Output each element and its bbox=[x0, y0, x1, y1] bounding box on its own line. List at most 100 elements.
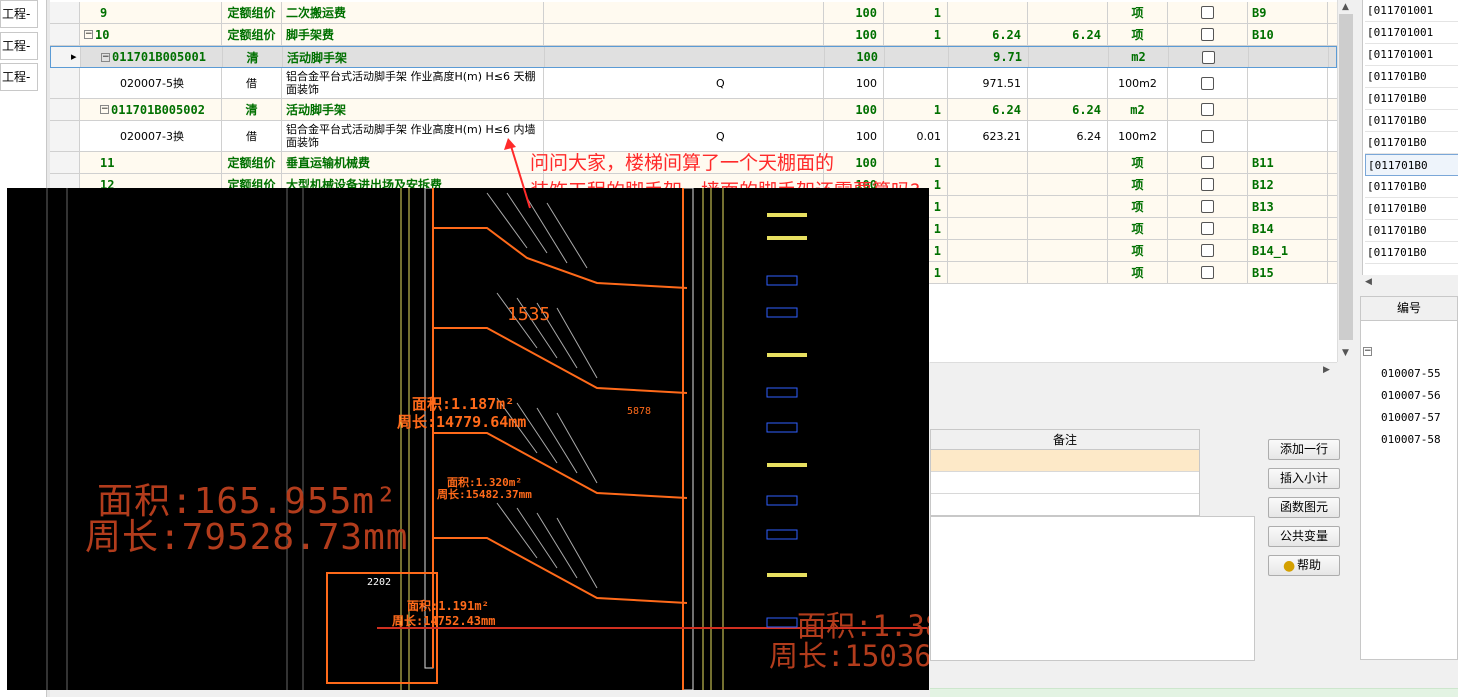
cell-type[interactable]: 借 bbox=[222, 121, 282, 151]
cell-total[interactable] bbox=[1028, 196, 1108, 217]
cell-ref[interactable]: B10 bbox=[1248, 24, 1328, 45]
collapse-icon[interactable]: − bbox=[84, 30, 93, 39]
cell-chk[interactable] bbox=[1168, 152, 1248, 173]
grid-row[interactable]: 020007-5换 借 铝合金平台式活动脚手架 作业高度H(m) H≤6 天棚面装饰… bbox=[50, 68, 1337, 99]
cell-coef[interactable]: 1 bbox=[884, 152, 948, 173]
cell-qty[interactable]: 100 bbox=[824, 68, 884, 98]
cell-chk[interactable] bbox=[1168, 174, 1248, 195]
row-checkbox[interactable] bbox=[1201, 266, 1214, 279]
cell-ref[interactable]: B9 bbox=[1248, 2, 1328, 23]
cell-total[interactable] bbox=[1028, 152, 1108, 173]
cell-total2[interactable] bbox=[712, 2, 824, 23]
cell-total[interactable] bbox=[1028, 68, 1108, 98]
cell-total[interactable] bbox=[1028, 218, 1108, 239]
cell-ref[interactable]: B14_1 bbox=[1248, 240, 1328, 261]
cell-coef[interactable]: 0.01 bbox=[884, 121, 948, 151]
right-list-item[interactable]: [011701B0 bbox=[1365, 242, 1458, 264]
cell-chk[interactable] bbox=[1168, 218, 1248, 239]
code-entry[interactable]: 010007-58 bbox=[1381, 433, 1441, 446]
cell-unit[interactable]: 100m2 bbox=[1108, 68, 1168, 98]
scroll-right-icon[interactable]: ▶ bbox=[1323, 365, 1330, 375]
row-indicator[interactable] bbox=[50, 24, 80, 45]
right-list-item[interactable]: [011701001 bbox=[1365, 44, 1458, 66]
cell-name[interactable]: 活动脚手架 bbox=[282, 99, 544, 120]
cell-chk[interactable] bbox=[1168, 196, 1248, 217]
cell-unit[interactable]: 项 bbox=[1108, 240, 1168, 261]
row-checkbox[interactable] bbox=[1201, 28, 1214, 41]
function-element-button[interactable]: 函数图元 bbox=[1268, 497, 1340, 518]
cell-unit[interactable]: 100m2 bbox=[1108, 121, 1168, 151]
cell-type[interactable]: 清 bbox=[222, 99, 282, 120]
right-list-item[interactable]: [011701B0 bbox=[1365, 88, 1458, 110]
cell-total[interactable] bbox=[1028, 262, 1108, 283]
right-list-item[interactable]: [011701B0 bbox=[1365, 220, 1458, 242]
cell-ref[interactable] bbox=[1248, 99, 1328, 120]
cell-total[interactable] bbox=[1028, 240, 1108, 261]
cell-total[interactable] bbox=[1029, 47, 1109, 67]
code-entry[interactable]: 010007-57 bbox=[1381, 411, 1441, 424]
row-checkbox[interactable] bbox=[1201, 103, 1214, 116]
cell-ref[interactable]: B15 bbox=[1248, 262, 1328, 283]
cell-code[interactable]: −011701B005001 bbox=[81, 47, 223, 67]
cell-type[interactable]: 定额组价 bbox=[222, 24, 282, 45]
cell-total[interactable]: 6.24 bbox=[1028, 24, 1108, 45]
cell-coef[interactable] bbox=[885, 47, 949, 67]
row-checkbox[interactable] bbox=[1201, 244, 1214, 257]
row-indicator[interactable] bbox=[50, 99, 80, 120]
cell-type[interactable]: 定额组价 bbox=[222, 152, 282, 173]
cell-chk[interactable] bbox=[1169, 47, 1249, 67]
cell-code[interactable]: −10 bbox=[80, 24, 222, 45]
public-variable-button[interactable]: 公共变量 bbox=[1268, 526, 1340, 547]
cell-name[interactable]: 铝合金平台式活动脚手架 作业高度H(m) H≤6 天棚面装饰 bbox=[282, 68, 544, 98]
cell-type[interactable]: 清 bbox=[223, 47, 283, 67]
code-entry[interactable]: 010007-56 bbox=[1381, 389, 1441, 402]
cell-price[interactable] bbox=[948, 2, 1028, 23]
cell-type[interactable]: 定额组价 bbox=[222, 2, 282, 23]
cell-chk[interactable] bbox=[1168, 2, 1248, 23]
cell-ref[interactable] bbox=[1248, 68, 1328, 98]
right-list-item[interactable]: [011701B0 bbox=[1365, 154, 1458, 176]
cell-chk[interactable] bbox=[1168, 68, 1248, 98]
cell-unit[interactable]: 项 bbox=[1108, 2, 1168, 23]
cell-ref[interactable]: B12 bbox=[1248, 174, 1328, 195]
cell-name[interactable]: 二次搬运费 bbox=[282, 2, 544, 23]
row-indicator[interactable] bbox=[50, 68, 80, 98]
collapse-icon[interactable]: − bbox=[101, 52, 110, 62]
cell-unit[interactable]: m2 bbox=[1108, 99, 1168, 120]
left-project-item[interactable]: 工程- bbox=[0, 63, 38, 91]
cell-ref[interactable] bbox=[1249, 47, 1329, 67]
row-checkbox[interactable] bbox=[1201, 6, 1214, 19]
code-entry[interactable]: 010007-55 bbox=[1381, 367, 1441, 380]
cell-price[interactable] bbox=[948, 262, 1028, 283]
row-indicator[interactable]: ▸ bbox=[51, 47, 81, 67]
cell-chk[interactable] bbox=[1168, 24, 1248, 45]
row-indicator[interactable] bbox=[50, 2, 80, 23]
grid-row[interactable]: −011701B005002 清 活动脚手架 100 1 6.24 6.24 m2 bbox=[50, 99, 1337, 121]
cell-coef[interactable]: 1 bbox=[884, 99, 948, 120]
row-checkbox[interactable] bbox=[1201, 222, 1214, 235]
row-checkbox[interactable] bbox=[1201, 156, 1214, 169]
insert-subtotal-button[interactable]: 插入小计 bbox=[1268, 468, 1340, 489]
right-list-scrollbar[interactable]: ◀ bbox=[1362, 275, 1458, 291]
cell-unit[interactable]: 项 bbox=[1108, 24, 1168, 45]
cell-qty[interactable]: 100 bbox=[824, 2, 884, 23]
collapse-icon[interactable]: − bbox=[100, 105, 109, 114]
cell-coef[interactable]: 1 bbox=[884, 24, 948, 45]
cell-chk[interactable] bbox=[1168, 240, 1248, 261]
cell-code[interactable]: −011701B005002 bbox=[80, 99, 222, 120]
right-list-item[interactable]: [011701B0 bbox=[1365, 110, 1458, 132]
grid-vertical-scrollbar[interactable]: ▲ ▼ bbox=[1337, 0, 1354, 362]
right-list-item[interactable]: [011701001 bbox=[1365, 0, 1458, 22]
cell-chk[interactable] bbox=[1168, 121, 1248, 151]
row-checkbox[interactable] bbox=[1201, 129, 1214, 143]
cell-total[interactable]: 6.24 bbox=[1028, 99, 1108, 120]
cell-ref[interactable]: B14 bbox=[1248, 218, 1328, 239]
right-list-item[interactable]: [011701B0 bbox=[1365, 198, 1458, 220]
cell-total[interactable] bbox=[1028, 2, 1108, 23]
left-project-item[interactable]: 工程- bbox=[0, 0, 38, 28]
cell-unit[interactable]: 项 bbox=[1108, 152, 1168, 173]
row-checkbox[interactable] bbox=[1201, 200, 1214, 213]
grid-horizontal-scrollbar[interactable]: ▶ bbox=[930, 362, 1337, 379]
cell-name[interactable]: 脚手架费 bbox=[282, 24, 544, 45]
scroll-down-icon[interactable]: ▼ bbox=[1342, 348, 1349, 358]
